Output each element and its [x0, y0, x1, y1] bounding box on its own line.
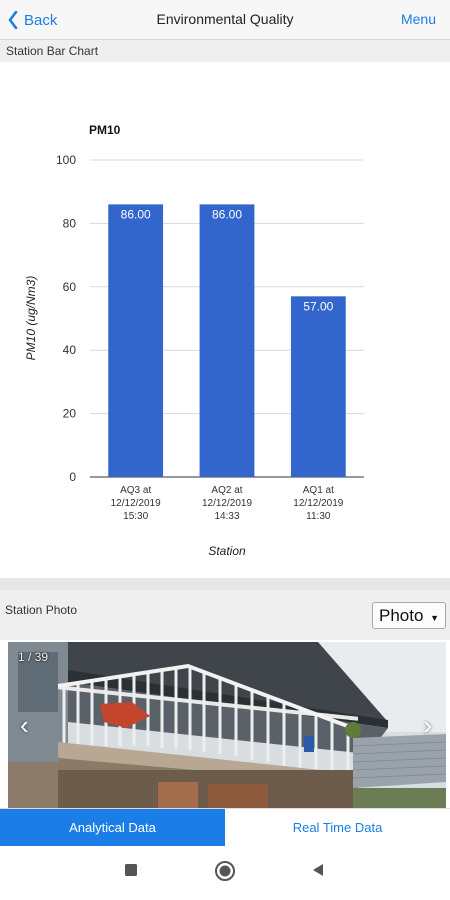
chart-title: PM10: [89, 123, 121, 137]
menu-button[interactable]: Menu: [401, 11, 436, 27]
bar[interactable]: [199, 204, 255, 477]
y-tick-label: 40: [63, 343, 77, 357]
bar-chart: PM10 0 20 40 60 80 100 86.00 86.00 57.00 AQ3 at…: [24, 123, 364, 558]
y-tick-label: 60: [63, 280, 77, 294]
bar[interactable]: [290, 296, 346, 477]
tab-analytical-data[interactable]: Analytical Data: [0, 809, 225, 846]
bar[interactable]: [108, 204, 164, 477]
home-circle-icon[interactable]: [214, 860, 236, 882]
bar-data-label: 86.00: [212, 207, 242, 221]
bar-data-label: 86.00: [121, 207, 151, 221]
bottom-tabs: Analytical Data Real Time Data: [0, 808, 450, 846]
y-tick-label: 80: [63, 216, 77, 230]
page-title: Environmental Quality: [156, 11, 294, 27]
x-tick-label: AQ3 at 12/12/2019 15:30: [111, 485, 161, 522]
back-triangle-icon[interactable]: [310, 862, 326, 878]
chevron-left-icon: [8, 11, 18, 29]
station-photo[interactable]: 1 / 39 ‹ ›: [8, 642, 446, 808]
x-axis-title: Station: [208, 544, 246, 558]
bar-data-label: 57.00: [303, 299, 333, 313]
recent-apps-square-icon[interactable]: [123, 862, 139, 878]
system-nav-bar: [0, 846, 450, 900]
photo-section-header: Station Photo Photo ▼: [0, 590, 450, 640]
section-divider: [0, 578, 450, 590]
y-tick-label: 100: [56, 153, 76, 167]
back-label: Back: [24, 11, 58, 29]
back-button[interactable]: Back: [8, 8, 57, 32]
chart-section-header: Station Bar Chart: [0, 40, 450, 62]
station-photo-image: [8, 642, 446, 808]
chart-section-title: Station Bar Chart: [6, 44, 99, 58]
y-axis-title: PM10 (ug/Nm3): [24, 276, 38, 361]
y-tick-label: 0: [69, 470, 76, 484]
photo-type-select[interactable]: Photo ▼: [372, 602, 446, 629]
y-tick-label: 20: [63, 407, 77, 421]
x-tick-label: AQ2 at 12/12/2019 14:33: [202, 485, 252, 522]
photo-select-value: Photo: [379, 605, 424, 625]
previous-photo-arrow-icon[interactable]: ‹: [20, 710, 29, 741]
photo-counter: 1 / 39: [18, 650, 49, 664]
next-photo-arrow-icon[interactable]: ›: [423, 710, 432, 741]
x-tick-label: AQ1 at 12/12/2019 11:30: [293, 485, 343, 522]
dropdown-caret-icon: ▼: [430, 613, 439, 623]
chart-card: PM10 0 20 40 60 80 100 86.00 86.00 57.00 AQ3 at…: [2, 62, 448, 578]
top-bar: Back Environmental Quality Menu: [0, 0, 450, 40]
photo-section-title: Station Photo: [5, 603, 78, 617]
tab-real-time-data[interactable]: Real Time Data: [225, 809, 450, 846]
